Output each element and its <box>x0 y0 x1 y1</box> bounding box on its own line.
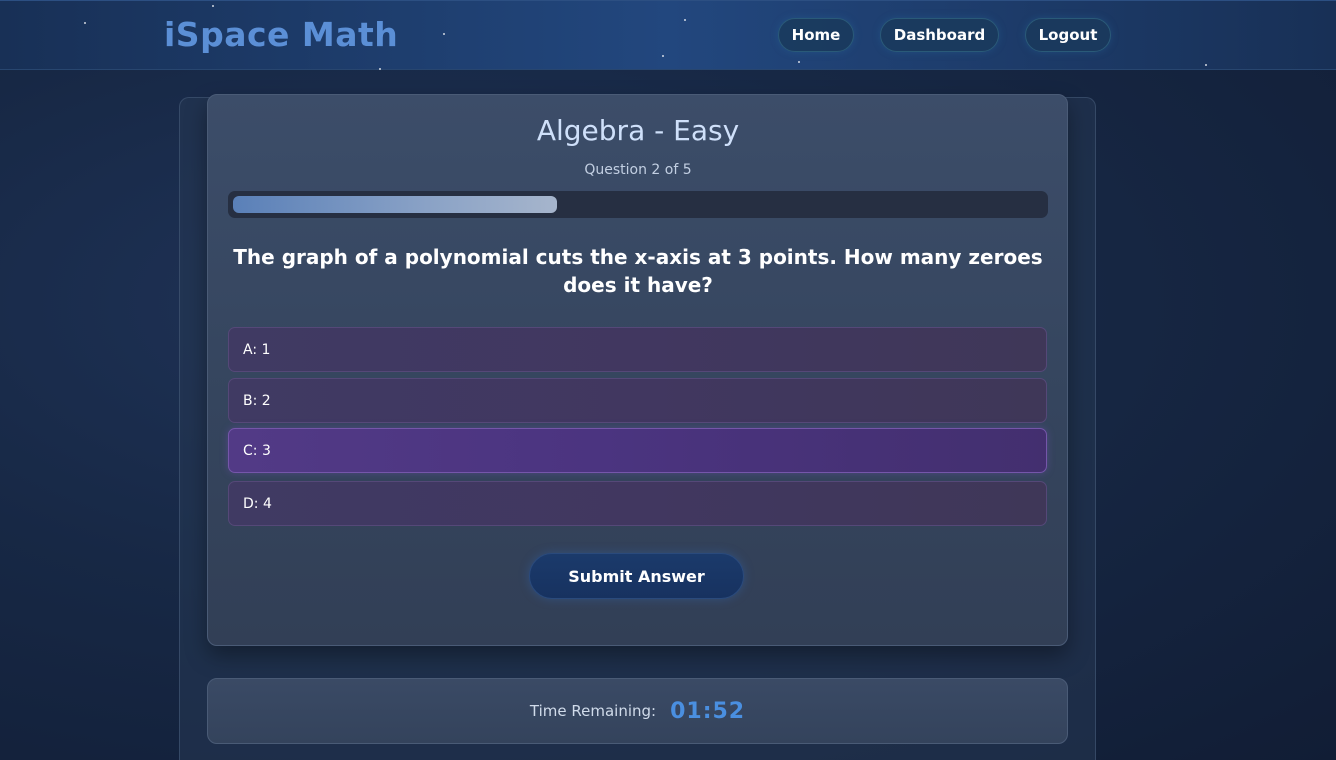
top-navbar: iSpace Math Home Dashboard Logout <box>0 0 1336 70</box>
answer-option-b[interactable]: B: 2 <box>228 378 1047 423</box>
answer-option-d[interactable]: D: 4 <box>228 481 1047 526</box>
answer-option-a[interactable]: A: 1 <box>228 327 1047 372</box>
nav-logout-button[interactable]: Logout <box>1025 18 1111 52</box>
answer-option-c[interactable]: C: 3 <box>228 428 1047 473</box>
timer-value: 01:52 <box>670 698 746 724</box>
nav-home-button[interactable]: Home <box>778 18 854 52</box>
star-decoration <box>379 68 381 70</box>
star-decoration <box>662 55 664 57</box>
nav-menu: Home Dashboard Logout <box>0 18 1336 54</box>
quiz-title: Algebra - Easy <box>536 114 740 147</box>
star-decoration <box>212 5 214 7</box>
star-decoration <box>1205 64 1207 66</box>
submit-answer-button[interactable]: Submit Answer <box>529 553 744 599</box>
progress-bar-fill <box>233 196 557 213</box>
progress-bar <box>228 191 1048 218</box>
question-counter: Question 2 of 5 <box>584 162 692 178</box>
timer-card: Time Remaining: 01:52 <box>207 678 1068 744</box>
timer-label: Time Remaining: <box>529 702 657 720</box>
nav-dashboard-button[interactable]: Dashboard <box>880 18 999 52</box>
star-decoration <box>798 61 800 63</box>
question-text: The graph of a polynomial cuts the x-axi… <box>233 245 1043 297</box>
